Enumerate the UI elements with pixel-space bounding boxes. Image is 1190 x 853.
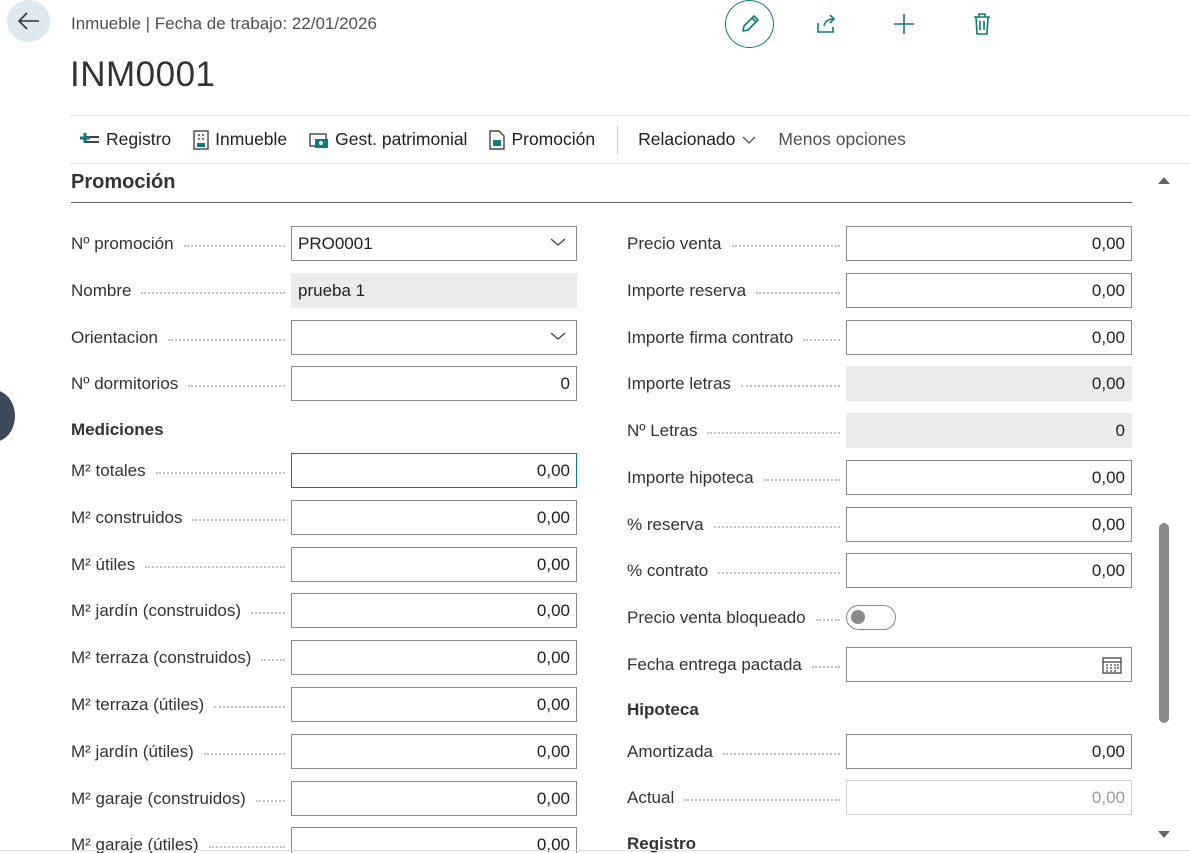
plus-icon bbox=[894, 14, 914, 34]
contract-pct-input[interactable]: 0,00 bbox=[846, 553, 1132, 588]
chevron-down-icon bbox=[742, 136, 756, 144]
field-bills-amount: Importe letras 0,00 bbox=[627, 366, 1132, 401]
bedrooms-input[interactable]: 0 bbox=[291, 366, 577, 401]
field-contract-pct: % contrato 0,00 bbox=[627, 553, 1132, 588]
measurement-input[interactable]: 0,00 bbox=[291, 781, 577, 816]
field-bills-count: Nº Letras 0 bbox=[627, 413, 1132, 448]
field-delivery-date: Fecha entrega pactada bbox=[627, 647, 1132, 682]
measurement-label: M² útiles bbox=[71, 554, 136, 574]
reservation-pct-input[interactable]: 0,00 bbox=[846, 507, 1132, 542]
measurement-row: M² jardín (construidos) 0,00 bbox=[71, 593, 577, 628]
action-registro[interactable]: Registro bbox=[80, 116, 171, 163]
measurement-label: M² jardín (útiles) bbox=[71, 741, 194, 761]
measurement-label: M² jardín (construidos) bbox=[71, 600, 242, 620]
action-promocion[interactable]: Promoción bbox=[489, 116, 595, 163]
section-title: Promoción bbox=[71, 171, 176, 193]
field-amortized: Amortizada 0,00 bbox=[627, 734, 1132, 769]
add-register-icon bbox=[80, 132, 99, 143]
measurement-label: M² terraza (construidos) bbox=[71, 647, 252, 667]
field-price-locked: Precio venta bloqueado bbox=[627, 600, 896, 635]
action-gest-patrimonial[interactable]: Gest. patrimonial bbox=[309, 116, 467, 163]
trash-icon bbox=[974, 13, 990, 35]
measurement-input[interactable]: 0,00 bbox=[291, 734, 577, 769]
mortgage-heading: Hipoteca bbox=[627, 700, 699, 719]
measurement-input[interactable]: 0,00 bbox=[291, 593, 577, 628]
edit-button[interactable] bbox=[725, 0, 774, 48]
field-orientation: Orientacion bbox=[71, 320, 577, 355]
less-options-button[interactable]: Menos opciones bbox=[778, 116, 905, 163]
share-button[interactable] bbox=[814, 12, 838, 36]
delete-button[interactable] bbox=[970, 12, 994, 36]
building-doc-icon bbox=[193, 129, 209, 150]
mortgage-amount-input[interactable]: 0,00 bbox=[846, 460, 1132, 495]
measurement-input[interactable]: 0,00 bbox=[291, 640, 577, 675]
bottom-divider bbox=[0, 850, 1190, 851]
measurement-row: M² garaje (construidos) 0,00 bbox=[71, 781, 577, 816]
calendar-icon[interactable] bbox=[1102, 656, 1122, 674]
scroll-up-arrow[interactable] bbox=[1157, 175, 1171, 185]
name-value: prueba 1 bbox=[291, 273, 577, 308]
measurement-row: M² totales 0,00 bbox=[71, 453, 577, 488]
bills-count-value: 0 bbox=[846, 413, 1132, 448]
reservation-amount-input[interactable]: 0,00 bbox=[846, 273, 1132, 308]
sale-price-input[interactable]: 0,00 bbox=[846, 226, 1132, 261]
field-mortgage-amount: Importe hipoteca 0,00 bbox=[627, 460, 1132, 495]
orientation-select[interactable] bbox=[291, 320, 577, 355]
side-panel-handle[interactable] bbox=[0, 390, 15, 442]
measurements-heading: Mediciones bbox=[71, 420, 164, 439]
price-locked-toggle[interactable] bbox=[846, 605, 896, 630]
measurement-row: M² terraza (construidos) 0,00 bbox=[71, 640, 577, 675]
measurement-label: M² construidos bbox=[71, 507, 183, 527]
scroll-down-arrow[interactable] bbox=[1157, 830, 1171, 840]
chevron-down-icon bbox=[550, 238, 566, 246]
measurement-input[interactable]: 0,00 bbox=[291, 453, 577, 488]
share-icon bbox=[817, 14, 836, 33]
new-button[interactable] bbox=[892, 12, 916, 36]
back-button[interactable] bbox=[7, 0, 50, 42]
field-reservation-amount: Importe reserva 0,00 bbox=[627, 273, 1132, 308]
related-menu[interactable]: Relacionado bbox=[638, 116, 756, 163]
measurement-input[interactable]: 0,00 bbox=[291, 687, 577, 722]
field-sale-price: Precio venta 0,00 bbox=[627, 226, 1132, 261]
contract-amount-input[interactable]: 0,00 bbox=[846, 320, 1132, 355]
chevron-down-icon bbox=[550, 332, 566, 340]
field-name: Nombre prueba 1 bbox=[71, 273, 577, 308]
document-icon bbox=[489, 129, 506, 150]
scrollbar-thumb[interactable] bbox=[1159, 523, 1169, 723]
section-divider bbox=[71, 202, 1132, 203]
arrow-left-icon bbox=[17, 12, 39, 30]
amortized-input[interactable]: 0,00 bbox=[846, 734, 1132, 769]
pencil-icon bbox=[741, 15, 759, 32]
asset-management-icon bbox=[309, 132, 329, 148]
action-inmueble[interactable]: Inmueble bbox=[193, 116, 287, 163]
measurement-row: M² terraza (útiles) 0,00 bbox=[71, 687, 577, 722]
action-bar: Registro Inmueble Gest. patrimonial Prom… bbox=[70, 115, 1190, 164]
measurement-row: M² útiles 0,00 bbox=[71, 547, 577, 582]
promo-no-select[interactable]: PRO0001 bbox=[291, 226, 577, 261]
measurement-label: M² totales bbox=[71, 460, 146, 480]
field-bedrooms: Nº dormitorios 0 bbox=[71, 366, 577, 401]
field-current: Actual 0,00 bbox=[627, 780, 1132, 815]
measurement-row: M² construidos 0,00 bbox=[71, 500, 577, 535]
breadcrumb: Inmueble | Fecha de trabajo: 22/01/2026 bbox=[71, 14, 377, 33]
bills-amount-value: 0,00 bbox=[846, 366, 1132, 401]
current-value: 0,00 bbox=[846, 780, 1132, 815]
measurement-label: M² terraza (útiles) bbox=[71, 694, 205, 714]
field-contract-amount: Importe firma contrato 0,00 bbox=[627, 320, 1132, 355]
toolbar-separator bbox=[617, 125, 619, 154]
field-reservation-pct: % reserva 0,00 bbox=[627, 507, 1132, 542]
field-promo-no: Nº promoción PRO0001 bbox=[71, 226, 577, 261]
measurement-input[interactable]: 0,00 bbox=[291, 500, 577, 535]
measurement-input[interactable]: 0,00 bbox=[291, 547, 577, 582]
measurement-label: M² garaje (construidos) bbox=[71, 788, 246, 808]
measurement-row: M² jardín (útiles) 0,00 bbox=[71, 734, 577, 769]
page-title: INM0001 bbox=[70, 55, 216, 94]
delivery-date-input[interactable] bbox=[846, 647, 1132, 682]
